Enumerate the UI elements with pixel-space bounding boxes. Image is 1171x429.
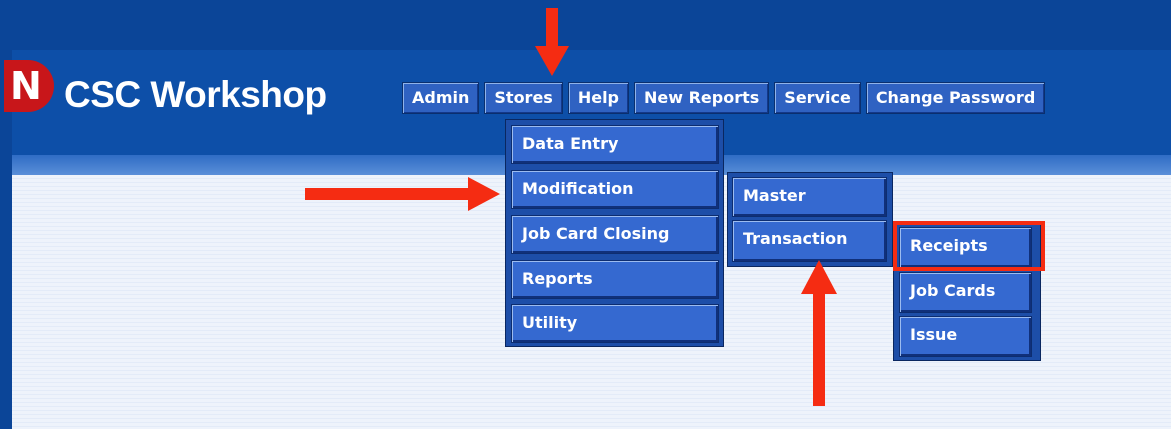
menu-new-reports[interactable]: New Reports	[634, 82, 770, 114]
stores-item-modification[interactable]: Modification	[511, 170, 719, 209]
arrow-to-transaction-shaft	[813, 292, 825, 406]
stores-item-job-card-closing[interactable]: Job Card Closing	[511, 215, 719, 254]
menu-stores[interactable]: Stores	[484, 82, 563, 114]
arrow-to-modification-head	[468, 177, 500, 211]
arrow-to-modification-shaft	[305, 188, 475, 200]
app-title: CSC Workshop	[64, 74, 327, 115]
arrow-to-stores-head	[535, 46, 569, 76]
modification-item-master[interactable]: Master	[732, 177, 887, 217]
arrow-to-stores-shaft	[546, 8, 558, 48]
stores-item-reports[interactable]: Reports	[511, 260, 719, 299]
transaction-item-job-cards[interactable]: Job Cards	[899, 272, 1032, 313]
menu-admin[interactable]: Admin	[402, 82, 480, 114]
receipts-highlight-box	[893, 221, 1045, 271]
menu-help[interactable]: Help	[567, 82, 630, 114]
arrow-to-transaction-head	[801, 260, 837, 294]
transaction-item-issue[interactable]: Issue	[899, 316, 1032, 357]
stores-item-data-entry[interactable]: Data Entry	[511, 125, 719, 164]
menu-service[interactable]: Service	[774, 82, 861, 114]
logo-letter: N	[10, 64, 42, 108]
slide-top-band	[0, 0, 1171, 50]
modification-item-transaction[interactable]: Transaction	[732, 220, 887, 262]
menu-change-password[interactable]: Change Password	[865, 82, 1046, 114]
app-logo-icon: N	[4, 60, 54, 112]
stores-item-utility[interactable]: Utility	[511, 304, 719, 343]
main-menubar: Admin Stores Help New Reports Service Ch…	[402, 82, 1050, 114]
